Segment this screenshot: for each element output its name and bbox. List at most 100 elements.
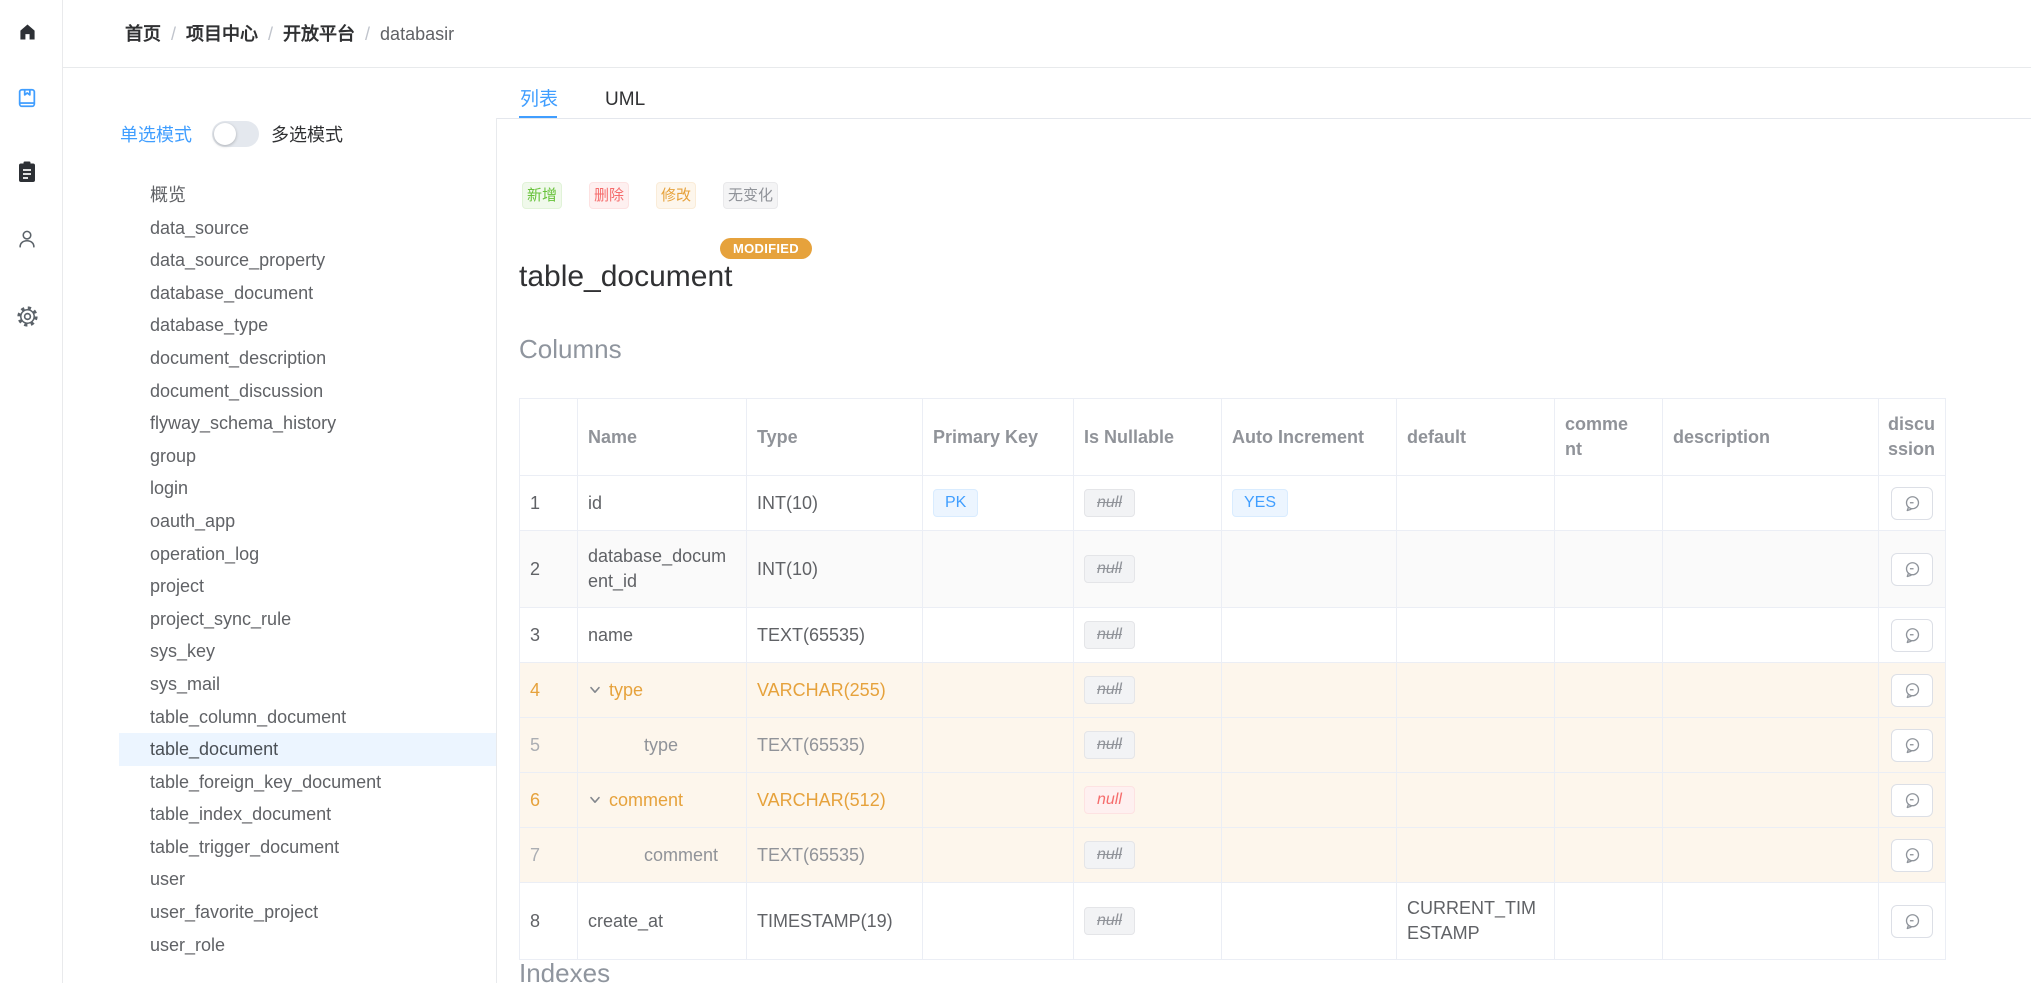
single-mode-label[interactable]: 单选模式 — [120, 121, 192, 147]
sidebar-item-group[interactable]: group — [119, 440, 496, 473]
home-icon[interactable] — [14, 19, 40, 45]
sidebar-item-oauth_app[interactable]: oauth_app — [119, 505, 496, 538]
sidebar-item-database_document[interactable]: database_document — [119, 277, 496, 310]
chevron-down-icon[interactable] — [588, 683, 602, 697]
status-badge: MODIFIED — [720, 238, 812, 259]
sidebar-item-project_sync_rule[interactable]: project_sync_rule — [119, 603, 496, 636]
cell-primary-key — [923, 773, 1074, 828]
sidebar-item-data_source[interactable]: data_source — [119, 212, 496, 245]
sidebar-item-概览[interactable]: 概览 — [119, 179, 496, 212]
breadcrumb-item[interactable]: 开放平台 — [283, 24, 355, 44]
cell-primary-key — [923, 883, 1074, 960]
cell-is-nullable: null — [1074, 476, 1222, 531]
cell-row-number: 7 — [520, 828, 578, 883]
cell-column-name: create_at — [578, 883, 747, 960]
discussion-button[interactable] — [1891, 619, 1933, 652]
cell-auto-increment — [1222, 718, 1397, 773]
sidebar-item-table_column_document[interactable]: table_column_document — [119, 701, 496, 734]
cell-default — [1397, 718, 1555, 773]
chat-bubble-icon — [1903, 846, 1922, 865]
multi-mode-label[interactable]: 多选模式 — [271, 121, 343, 147]
cell-column-name: type — [578, 718, 747, 773]
discussion-button[interactable] — [1891, 784, 1933, 817]
legend-tag-success: 新增 — [522, 182, 562, 209]
sidebar-item-table_index_document[interactable]: table_index_document — [119, 798, 496, 831]
auto-increment-badge: YES — [1232, 489, 1288, 517]
discussion-button[interactable] — [1891, 905, 1933, 938]
cell-discussion — [1879, 718, 1946, 773]
column-header-description: description — [1663, 399, 1879, 476]
cell-discussion — [1879, 773, 1946, 828]
gear-icon[interactable] — [14, 303, 40, 329]
discussion-button[interactable] — [1891, 674, 1933, 707]
cell-column-type: VARCHAR(255) — [747, 663, 923, 718]
cell-auto-increment — [1222, 531, 1397, 608]
sidebar-item-flyway_schema_history[interactable]: flyway_schema_history — [119, 407, 496, 440]
sidebar-item-document_discussion[interactable]: document_discussion — [119, 375, 496, 408]
columns-table-body: 1idINT(10)PKnullYES2database_document_id… — [520, 476, 1946, 960]
column-header-comment: comment — [1555, 399, 1663, 476]
discussion-button[interactable] — [1891, 729, 1933, 762]
book-icon[interactable] — [14, 85, 40, 111]
column-header-discussion: discussion — [1879, 399, 1946, 476]
sidebar-item-operation_log[interactable]: operation_log — [119, 538, 496, 571]
breadcrumb-item[interactable]: 首页 — [125, 24, 161, 44]
sidebar-item-database_type[interactable]: database_type — [119, 309, 496, 342]
sidebar-item-table_trigger_document[interactable]: table_trigger_document — [119, 831, 496, 864]
discussion-button[interactable] — [1891, 553, 1933, 586]
sidebar-item-login[interactable]: login — [119, 472, 496, 505]
column-header-Auto Increment: Auto Increment — [1222, 399, 1397, 476]
breadcrumb-item[interactable]: databasir — [380, 24, 454, 44]
breadcrumb-item[interactable]: 项目中心 — [186, 24, 258, 44]
breadcrumb-separator: / — [365, 24, 370, 44]
sidebar-divider — [496, 118, 497, 983]
sidebar-item-data_source_property[interactable]: data_source_property — [119, 244, 496, 277]
chat-bubble-icon — [1903, 494, 1922, 513]
sidebar-item-sys_key[interactable]: sys_key — [119, 635, 496, 668]
table-row-column-comment: 7commentTEXT(65535)null — [520, 828, 1946, 883]
sidebar-item-project[interactable]: project — [119, 570, 496, 603]
discussion-button[interactable] — [1891, 487, 1933, 520]
cell-auto-increment — [1222, 663, 1397, 718]
user-icon[interactable] — [14, 226, 40, 252]
tab-列表[interactable]: 列表 — [520, 84, 558, 111]
table-row-column-type: 5typeTEXT(65535)null — [520, 718, 1946, 773]
sidebar-item-document_description[interactable]: document_description — [119, 342, 496, 375]
table-row-column-name: 3nameTEXT(65535)null — [520, 608, 1946, 663]
cell-row-number: 8 — [520, 883, 578, 960]
nullable-badge: null — [1084, 555, 1135, 583]
mode-toggle-switch[interactable] — [212, 121, 259, 147]
cell-column-name: name — [578, 608, 747, 663]
cell-row-number: 5 — [520, 718, 578, 773]
indexes-heading: Indexes — [519, 958, 610, 983]
column-name-text: create_at — [588, 911, 663, 931]
sidebar-item-user[interactable]: user — [119, 863, 496, 896]
column-name-text: type — [609, 678, 643, 703]
chat-bubble-icon — [1903, 681, 1922, 700]
breadcrumb: 首页 / 项目中心 / 开放平台 / databasir — [125, 20, 454, 46]
chat-bubble-icon — [1903, 560, 1922, 579]
cell-column-name: database_document_id — [578, 531, 747, 608]
column-name-text: type — [644, 735, 678, 755]
columns-heading: Columns — [519, 334, 622, 365]
sidebar-item-user_role[interactable]: user_role — [119, 929, 496, 962]
nullable-badge: null — [1084, 676, 1135, 704]
sidebar-item-table_foreign_key_document[interactable]: table_foreign_key_document — [119, 766, 496, 799]
sidebar-item-user_favorite_project[interactable]: user_favorite_project — [119, 896, 496, 929]
tab-UML[interactable]: UML — [605, 89, 645, 111]
sidebar-item-sys_mail[interactable]: sys_mail — [119, 668, 496, 701]
cell-comment — [1555, 718, 1663, 773]
cell-description — [1663, 773, 1879, 828]
chat-bubble-icon — [1903, 626, 1922, 645]
sidebar-item-table_document[interactable]: table_document — [119, 733, 496, 766]
breadcrumb-separator: / — [171, 24, 176, 44]
discussion-button[interactable] — [1891, 839, 1933, 872]
column-header-Primary Key: Primary Key — [923, 399, 1074, 476]
chevron-down-icon[interactable] — [588, 793, 602, 807]
cell-default — [1397, 773, 1555, 828]
clipboard-icon[interactable] — [14, 159, 40, 185]
breadcrumb-separator: / — [268, 24, 273, 44]
cell-column-type: TIMESTAMP(19) — [747, 883, 923, 960]
table-row-column-create_at: 8create_atTIMESTAMP(19)nullCURRENT_TIMES… — [520, 883, 1946, 960]
cell-discussion — [1879, 531, 1946, 608]
